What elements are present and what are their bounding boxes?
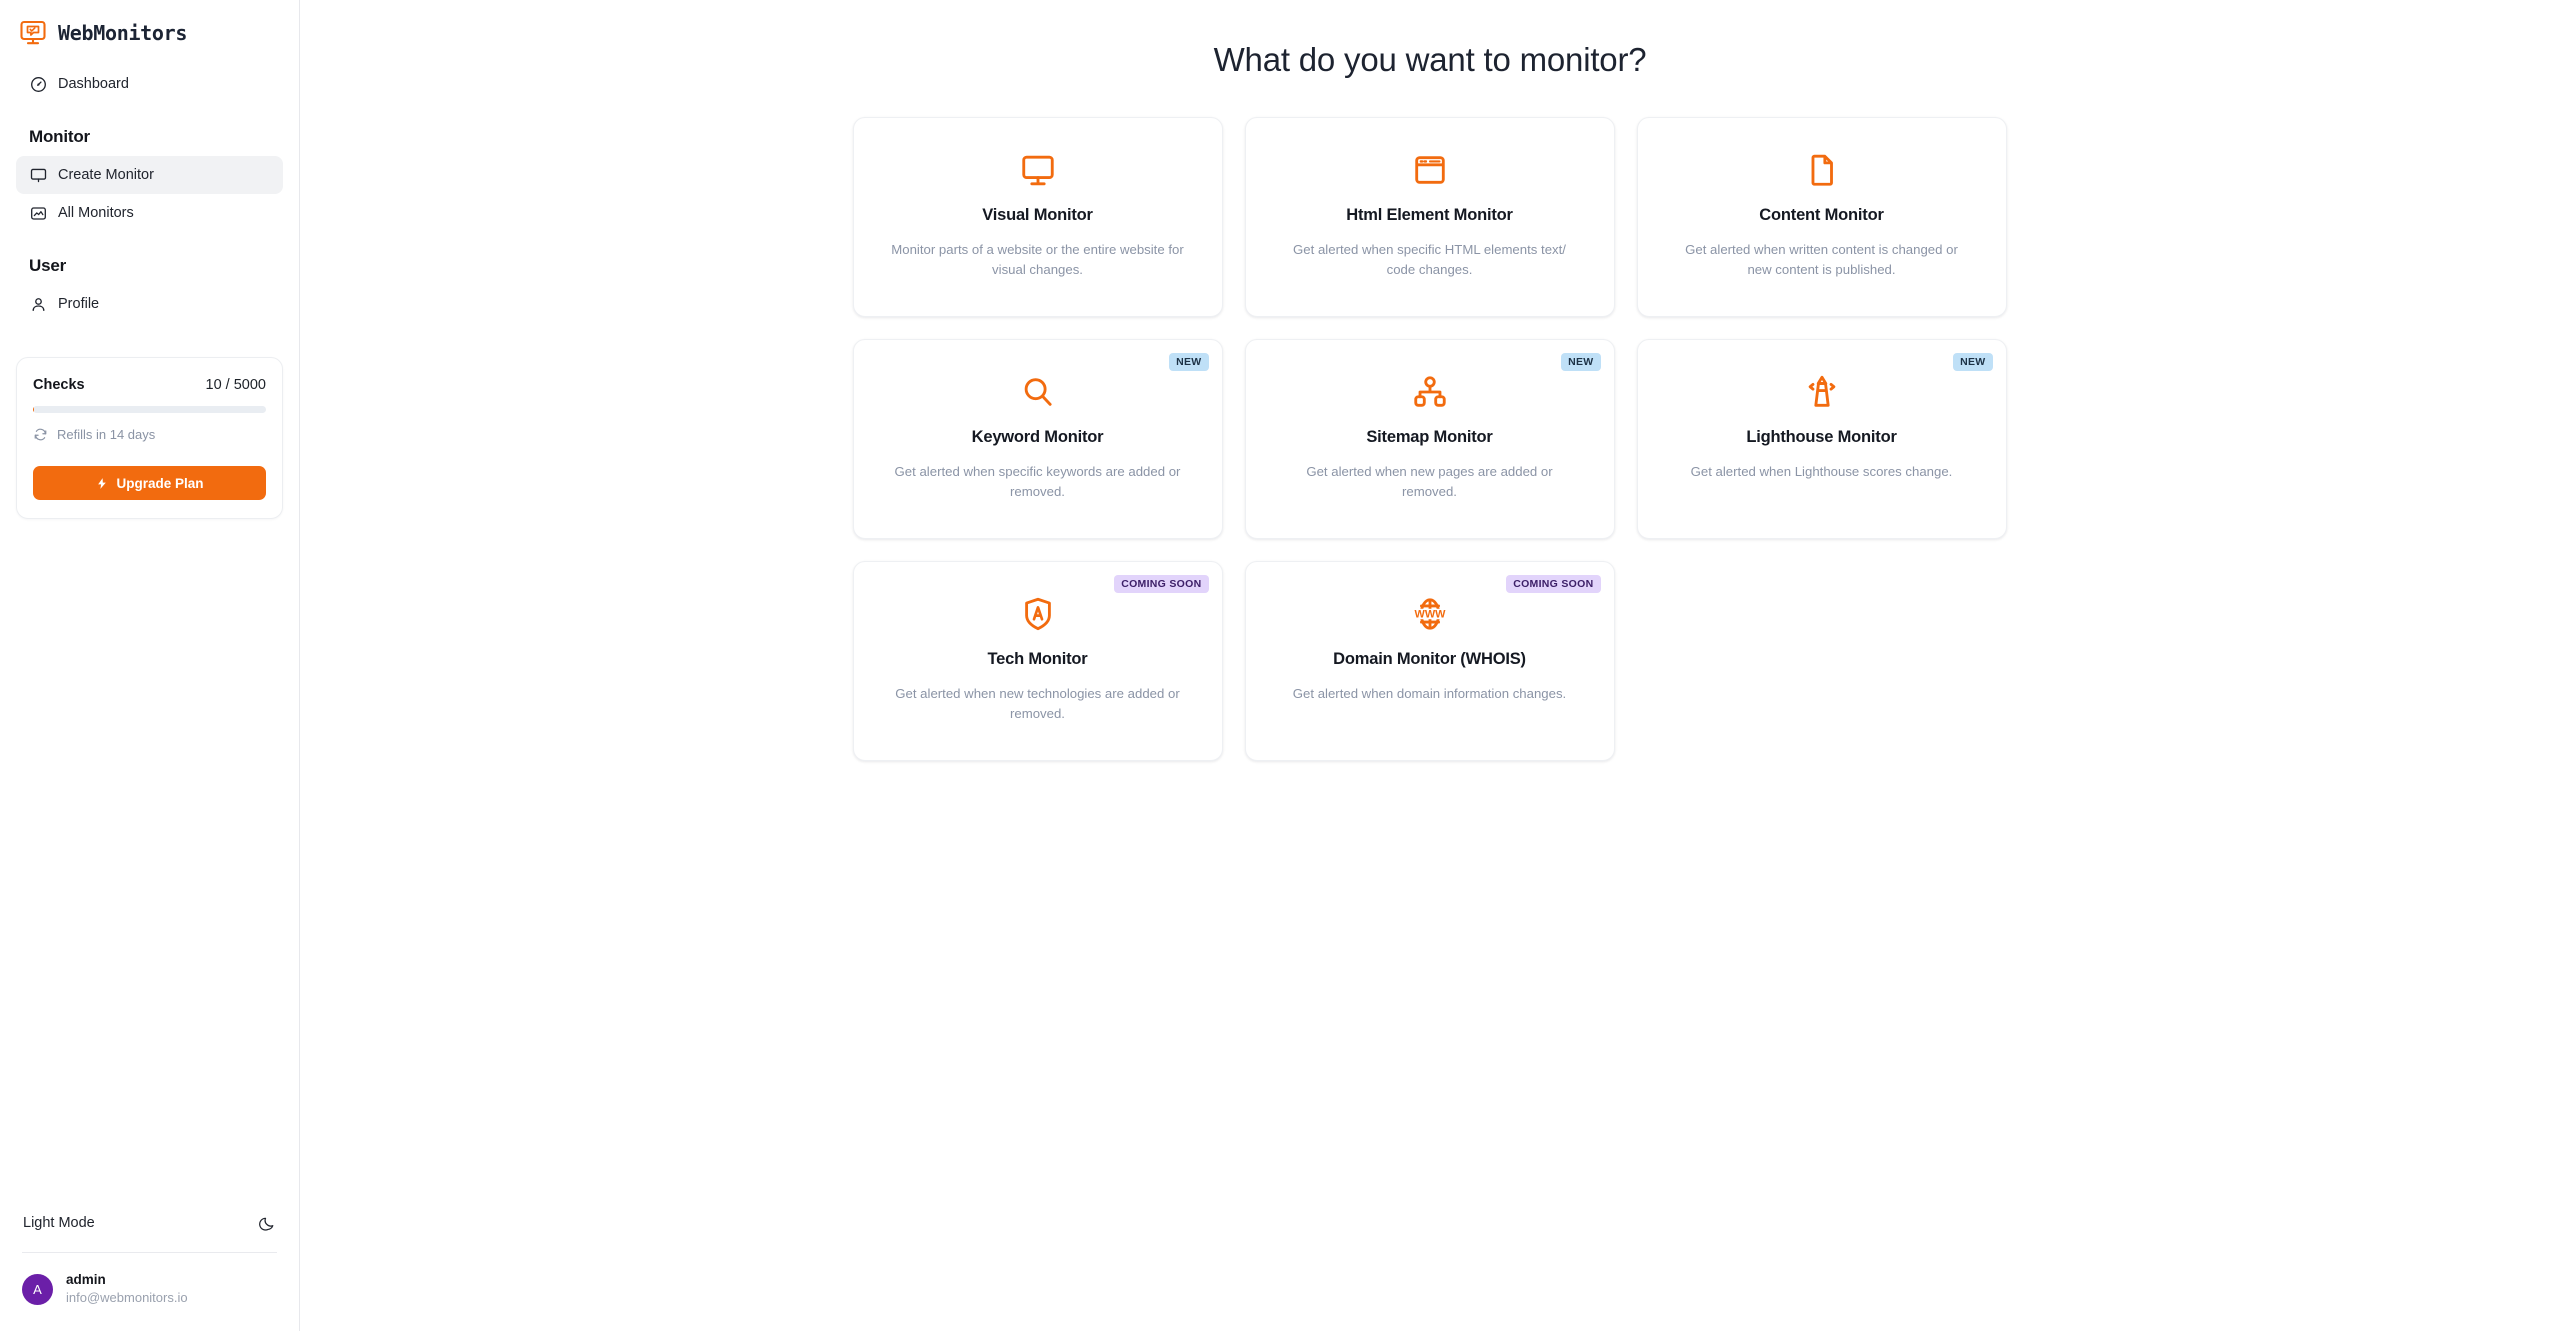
card-description: Get alerted when specific keywords are a…	[894, 464, 1181, 500]
user-account[interactable]: A admin info@webmonitors.io	[16, 1253, 283, 1317]
checks-header: Checks 10 / 5000	[33, 377, 266, 393]
card-title: Visual Monitor	[982, 206, 1093, 224]
monitor-chat-check-icon	[19, 19, 47, 47]
monitor-type-grid: Visual Monitor Monitor parts of a websit…	[852, 117, 2008, 761]
bolt-icon	[95, 477, 108, 490]
card-title: Keyword Monitor	[971, 428, 1104, 446]
checks-progress-bar	[33, 406, 266, 413]
card-title: Tech Monitor	[987, 650, 1088, 668]
checks-panel: Checks 10 / 5000 Refills in 14 days Upgr…	[16, 357, 283, 519]
app-root: WebMonitors Dashboard Monitor Create Mon…	[0, 0, 2560, 1331]
theme-toggle[interactable]: Light Mode	[16, 1202, 283, 1244]
card-description: Get alerted when new pages are added or …	[1306, 464, 1553, 500]
globe-www-icon: WWW	[1411, 592, 1449, 636]
monitor-card-content-monitor[interactable]: Content Monitor Get alerted when written…	[1636, 117, 2007, 317]
card-description: Get alerted when written content is chan…	[1685, 242, 1958, 278]
sidebar-group-monitor-title: Monitor	[29, 127, 90, 146]
checks-refill: Refills in 14 days	[33, 427, 266, 442]
brand[interactable]: WebMonitors	[0, 0, 299, 48]
card-description: Monitor parts of a website or the entire…	[891, 242, 1184, 278]
monitor-icon	[1019, 148, 1057, 192]
card-title: Content Monitor	[1759, 206, 1884, 224]
sidebar-item-label: Profile	[58, 296, 100, 312]
card-title: Lighthouse Monitor	[1746, 428, 1897, 446]
card-description: Get alerted when new technologies are ad…	[895, 686, 1180, 722]
gauge-icon	[29, 75, 47, 93]
status-badge: NEW	[1561, 353, 1601, 371]
theme-toggle-label: Light Mode	[23, 1215, 95, 1232]
user-email: info@webmonitors.io	[66, 1290, 188, 1306]
monitor-card-visual-monitor[interactable]: Visual Monitor Monitor parts of a websit…	[852, 117, 1223, 317]
search-icon	[1019, 370, 1057, 414]
page-title: What do you want to monitor?	[1213, 41, 1647, 78]
sidebar: WebMonitors Dashboard Monitor Create Mon…	[0, 0, 300, 1331]
user-name: admin	[66, 1272, 106, 1288]
card-title: Sitemap Monitor	[1366, 428, 1493, 446]
checks-value: 10 / 5000	[205, 377, 266, 393]
moon-icon[interactable]	[259, 1215, 276, 1232]
sidebar-footer: Light Mode A admin info@webmonitors.io	[0, 1202, 299, 1331]
document-icon	[1803, 148, 1841, 192]
monitor-card-lighthouse-monitor[interactable]: NEW Lighthouse Monitor Get alerted when …	[1636, 339, 2007, 539]
svg-text:WWW: WWW	[1414, 608, 1446, 620]
monitor-card-tech-monitor[interactable]: COMING SOON Tech Monitor Get alerted whe…	[852, 561, 1223, 761]
monitor-card-html-element-monitor[interactable]: Html Element Monitor Get alerted when sp…	[1244, 117, 1615, 317]
monitor-card-sitemap-monitor[interactable]: NEW Sitemap Monitor Get alerted when new…	[1244, 339, 1615, 539]
image-chart-icon	[29, 204, 47, 222]
card-description: Get alerted when specific HTML elements …	[1293, 242, 1566, 278]
checks-refill-text: Refills in 14 days	[57, 427, 156, 442]
sidebar-item-label: Create Monitor	[58, 167, 154, 183]
card-title: Html Element Monitor	[1346, 206, 1513, 224]
shield-a-icon	[1019, 592, 1057, 636]
sidebar-item-label: All Monitors	[58, 205, 134, 221]
sidebar-item-create-monitor[interactable]: Create Monitor	[16, 156, 283, 194]
user-info: admin info@webmonitors.io	[66, 1271, 188, 1307]
lighthouse-icon	[1803, 370, 1841, 414]
sidebar-item-all-monitors[interactable]: All Monitors	[16, 194, 283, 232]
browser-window-icon	[1411, 148, 1449, 192]
sitemap-icon	[1411, 370, 1449, 414]
monitor-card-domain-monitor-whois[interactable]: COMING SOON WWW Domain Monitor (WHOIS) G…	[1244, 561, 1615, 761]
brand-name: WebMonitors	[58, 21, 188, 45]
user-icon	[29, 295, 47, 313]
avatar: A	[22, 1273, 53, 1305]
upgrade-plan-label: Upgrade Plan	[116, 475, 204, 491]
sidebar-item-profile[interactable]: Profile	[16, 285, 283, 323]
status-badge: NEW	[1953, 353, 1993, 371]
sidebar-item-dashboard[interactable]: Dashboard	[16, 65, 283, 103]
sidebar-nav: Dashboard Monitor Create Monitor All Mon…	[0, 65, 299, 323]
upgrade-plan-button[interactable]: Upgrade Plan	[33, 466, 266, 500]
refresh-icon	[33, 427, 48, 442]
card-description: Get alerted when domain information chan…	[1292, 686, 1567, 701]
sidebar-group-user-title: User	[29, 256, 67, 275]
monitor-card-keyword-monitor[interactable]: NEW Keyword Monitor Get alerted when spe…	[852, 339, 1223, 539]
status-badge: COMING SOON	[1506, 575, 1601, 593]
sidebar-item-label: Dashboard	[58, 76, 129, 92]
card-title: Domain Monitor (WHOIS)	[1333, 650, 1526, 668]
status-badge: COMING SOON	[1114, 575, 1209, 593]
card-description: Get alerted when Lighthouse scores chang…	[1690, 464, 1953, 479]
monitor-icon	[29, 166, 47, 184]
main-content: What do you want to monitor? Visual Moni…	[300, 0, 2560, 1331]
checks-label: Checks	[33, 377, 85, 393]
status-badge: NEW	[1169, 353, 1209, 371]
